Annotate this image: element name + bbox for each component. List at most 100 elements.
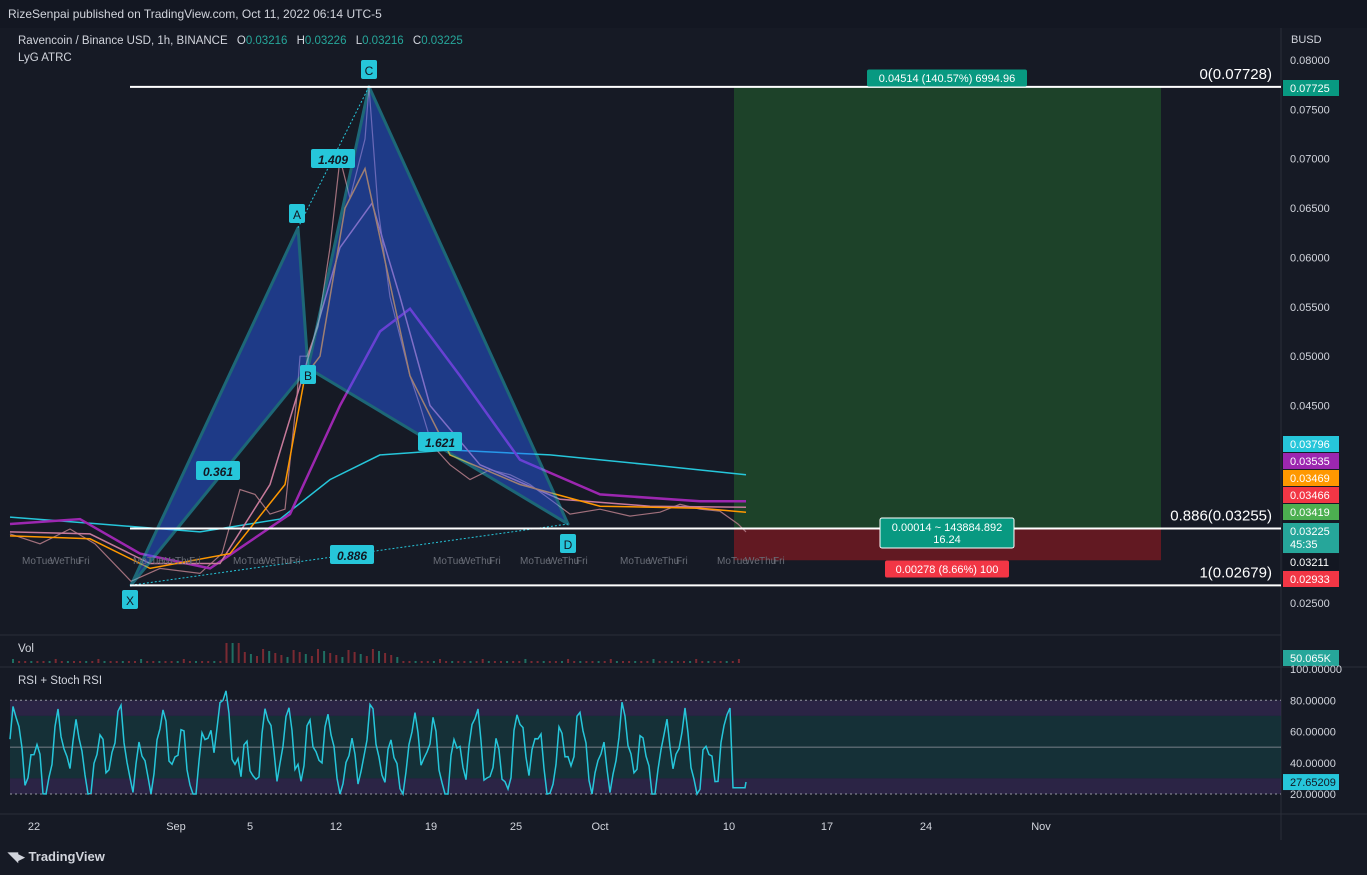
price-tag-value: 0.03469 xyxy=(1290,473,1330,485)
rsi-tick-label: 100.00000 xyxy=(1290,664,1342,676)
day-label: Fri xyxy=(78,556,90,567)
volume-bar xyxy=(280,655,283,663)
volume-bar xyxy=(731,661,734,663)
volume-bar xyxy=(737,659,740,663)
day-label: Mo xyxy=(620,556,634,567)
volume-bar xyxy=(36,661,39,663)
volume-bar xyxy=(79,661,82,663)
price-tag-value: 0.07725 xyxy=(1290,83,1330,95)
volume-bar xyxy=(676,661,679,663)
volume-bar xyxy=(85,661,88,663)
volume-bar xyxy=(445,661,448,663)
price-tag-value: 0.03211 xyxy=(1290,557,1329,569)
volume-bar xyxy=(225,643,228,663)
volume-bar xyxy=(634,661,637,663)
volume-bar xyxy=(365,656,368,663)
volume-bar xyxy=(42,661,45,663)
volume-bar xyxy=(652,659,655,663)
volume-bar xyxy=(207,661,210,663)
volume-bar xyxy=(439,659,441,663)
price-tick-label: 0.06000 xyxy=(1290,252,1330,264)
volume-bar xyxy=(30,661,33,663)
volume-bar xyxy=(487,661,490,663)
price-chart[interactable]: 0.08000 0.07500 0.07000 0.06500 0.06000 0.055… xyxy=(0,28,1367,845)
volume-bar xyxy=(286,657,289,663)
volume-bar xyxy=(359,654,362,663)
volume-bar xyxy=(463,661,466,663)
volume-bar xyxy=(561,661,563,663)
volume-bar xyxy=(127,661,130,663)
volume-bar xyxy=(18,661,21,663)
volume-bar xyxy=(201,661,204,663)
price-tag-value: 0.03225 xyxy=(1290,526,1330,538)
volume-bar xyxy=(176,661,179,663)
day-label: We xyxy=(50,556,65,567)
rsi-tick-label: 80.00000 xyxy=(1290,695,1336,707)
volume-bar xyxy=(524,659,527,663)
day-label: Mo xyxy=(233,556,247,567)
volume-bar xyxy=(658,661,661,663)
volume-bar xyxy=(536,661,539,663)
time-tick-label: Sep xyxy=(166,821,186,833)
day-label: Mo xyxy=(22,556,36,567)
volume-bar xyxy=(353,652,356,663)
volume-bar xyxy=(603,661,606,663)
volume-bar xyxy=(542,661,545,663)
volume-bar xyxy=(48,661,51,663)
volume-bar xyxy=(249,654,252,663)
volume-bar xyxy=(24,661,27,663)
volume-bar xyxy=(292,650,295,663)
time-tick-label: 24 xyxy=(920,821,932,833)
fib-level-label: 0(0.07728) xyxy=(1199,66,1272,83)
day-label: We xyxy=(745,556,760,567)
volume-bar xyxy=(109,661,112,663)
day-label: We xyxy=(461,556,476,567)
volume-bar xyxy=(170,661,173,663)
price-tick-label: 0.02500 xyxy=(1290,598,1330,610)
volume-bar xyxy=(579,661,582,663)
price-tick-label: 0.08000 xyxy=(1290,55,1330,67)
volume-bar xyxy=(469,661,472,663)
tradingview-brand[interactable]: ◥▸ TradingView xyxy=(8,849,105,865)
volume-bar xyxy=(60,661,63,663)
volume-bar xyxy=(713,661,716,663)
volume-bar xyxy=(243,652,246,663)
time-tick-label: 17 xyxy=(821,821,833,833)
volume-bar xyxy=(420,661,423,663)
rsi-value-text: 27.65209 xyxy=(1290,777,1336,789)
volume-bar xyxy=(554,661,557,663)
fib-level-label: 0.886(0.03255) xyxy=(1170,507,1272,524)
pattern-point-c-label: C xyxy=(365,64,374,78)
target-zone xyxy=(734,86,1161,529)
time-tick-label: Nov xyxy=(1031,821,1051,833)
volume-bar xyxy=(512,661,515,663)
volume-bar xyxy=(195,661,197,663)
volume-bar xyxy=(237,643,240,663)
volume-bar xyxy=(12,659,14,663)
volume-bar xyxy=(701,661,704,663)
volume-bar xyxy=(219,661,222,663)
pattern-point-d-label: D xyxy=(564,538,573,552)
volume-bar xyxy=(317,649,319,663)
volume-bar xyxy=(384,653,387,663)
volume-bar xyxy=(432,661,435,663)
price-tag-value: 0.02933 xyxy=(1290,574,1330,586)
price-tick-label: 0.07500 xyxy=(1290,104,1330,116)
volume-bar xyxy=(725,661,728,663)
time-tick-label: 10 xyxy=(723,821,735,833)
entry-badge-text: 0.00014 ~ 143884.892 xyxy=(892,522,1002,534)
volume-bar xyxy=(414,661,417,663)
day-label: Fri xyxy=(289,556,301,567)
volume-bar xyxy=(396,657,399,663)
volume-bar xyxy=(91,661,94,663)
ratio-label: 0.361 xyxy=(203,465,233,479)
price-tag-value: 0.03535 xyxy=(1290,456,1330,468)
volume-bar xyxy=(347,650,350,663)
volume-bar xyxy=(310,656,313,663)
rsi-tick-label: 20.00000 xyxy=(1290,789,1336,801)
volume-bar xyxy=(274,653,277,663)
volume-bar xyxy=(591,661,594,663)
volume-bar xyxy=(121,661,124,663)
volume-bar xyxy=(371,649,374,663)
ratio-label: 0.886 xyxy=(337,549,367,563)
